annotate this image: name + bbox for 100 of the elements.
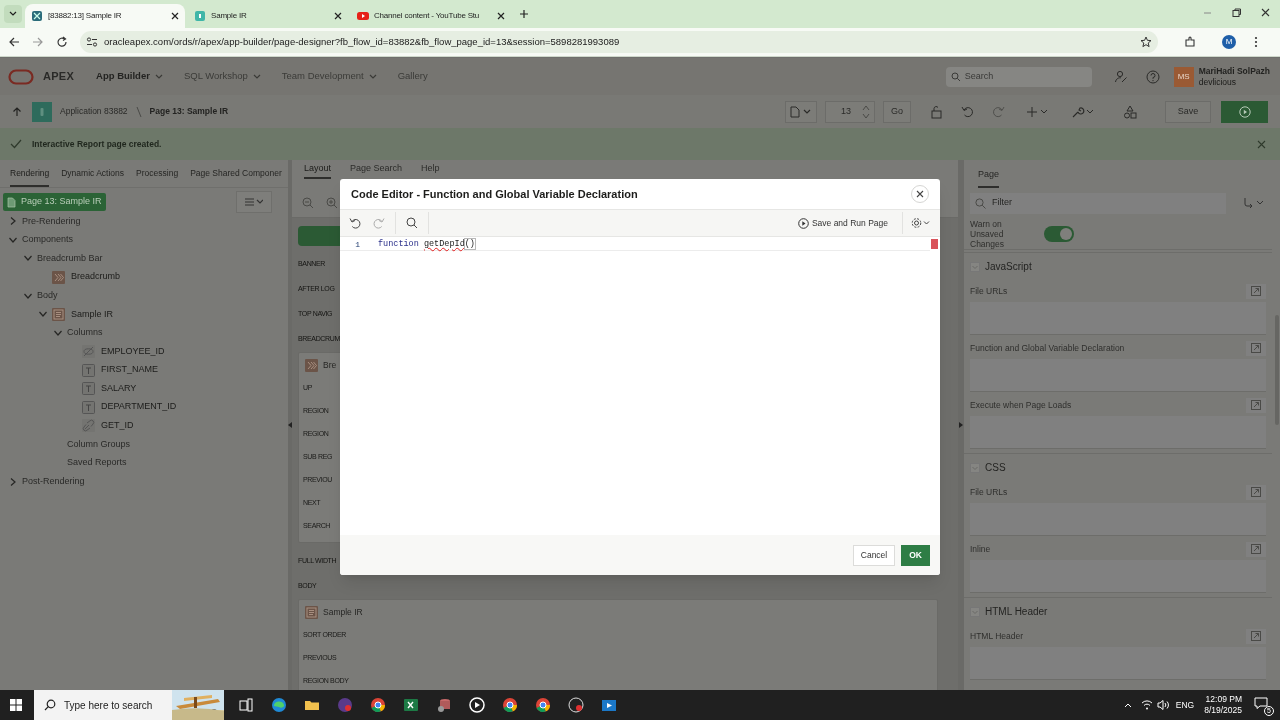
tree-node[interactable]: Body — [0, 286, 288, 305]
tree-node[interactable]: Post-Rendering — [0, 472, 288, 491]
chevron-right-icon[interactable] — [8, 476, 18, 487]
plus-icon[interactable] — [519, 9, 529, 19]
panel-tab[interactable]: Page — [978, 164, 1000, 188]
layout-tab[interactable]: Help — [421, 161, 440, 179]
layout-tab[interactable]: Layout — [304, 161, 332, 179]
zoom-out-icon[interactable] — [302, 196, 314, 209]
restore-icon[interactable] — [1232, 8, 1241, 17]
start-icon[interactable] — [10, 699, 22, 711]
help-icon[interactable] — [1145, 69, 1160, 84]
extensions-icon[interactable] — [1184, 36, 1196, 48]
menu-item[interactable]: App Builder — [96, 69, 164, 84]
tree-node[interactable]: GET_ID — [0, 416, 288, 436]
tree-node[interactable]: EMPLOYEE_ID — [0, 342, 288, 361]
tab-list-button[interactable] — [4, 5, 22, 23]
tree-node[interactable]: Components — [0, 230, 288, 250]
close-icon[interactable] — [497, 12, 505, 20]
browser-tab[interactable]: Sample IR — [188, 4, 348, 28]
tree-node[interactable]: Breadcrumb — [0, 267, 288, 287]
browser-tab[interactable]: [83882:13] Sample IR — [25, 4, 185, 28]
open-editor-button[interactable] — [1246, 340, 1266, 356]
chrome-icon[interactable] — [535, 697, 551, 713]
app-icon[interactable] — [337, 697, 353, 713]
open-editor-button[interactable] — [1246, 541, 1266, 557]
undo-icon[interactable] — [961, 105, 974, 118]
view-menu-button[interactable] — [236, 191, 272, 213]
ok-button[interactable]: OK — [901, 544, 930, 566]
site-settings-icon[interactable] — [86, 36, 98, 48]
panel-tab[interactable]: Processing — [136, 161, 179, 187]
tree-node[interactable]: Saved Reports — [0, 453, 288, 473]
media-player-icon[interactable] — [469, 697, 485, 713]
tree-node[interactable]: Breadcrumb Bar — [0, 249, 288, 268]
more-menu-icon[interactable] — [1254, 36, 1258, 48]
panel-tab[interactable]: Dynamic Actions — [61, 161, 125, 187]
close-icon[interactable] — [334, 12, 342, 20]
settings-menu-icon[interactable] — [911, 217, 931, 229]
browser-tab[interactable]: Channel content - YouTube Stu — [351, 4, 511, 28]
tree-node[interactable]: Sample IR — [0, 304, 288, 324]
video-editor-icon[interactable] — [601, 697, 617, 713]
app-icon[interactable] — [568, 697, 584, 713]
wifi-icon[interactable] — [1140, 699, 1153, 711]
code-editor[interactable]: 1 function getDepId() — [340, 237, 940, 535]
tree-node[interactable]: SALARY — [0, 379, 288, 398]
panel-tab[interactable]: Rendering — [10, 161, 50, 187]
spreadsheet-icon[interactable] — [403, 697, 419, 713]
close-icon[interactable] — [171, 12, 179, 20]
tree-node[interactable]: Column Groups — [0, 435, 288, 454]
panel-tab[interactable]: Page Shared Componer — [190, 161, 282, 187]
open-editor-button[interactable] — [1246, 484, 1266, 500]
search-field[interactable]: Search — [945, 66, 1092, 87]
tree-node[interactable]: Columns — [0, 323, 288, 343]
save-and-run-button[interactable]: Save and Run Page — [797, 216, 888, 230]
clock-time[interactable]: 12:09 PM — [1205, 694, 1242, 705]
close-icon[interactable] — [1261, 8, 1270, 17]
chrome-icon[interactable] — [370, 697, 386, 713]
lock-icon[interactable] — [929, 104, 943, 119]
admin-icon[interactable] — [1113, 69, 1128, 84]
shapes-icon[interactable] — [1123, 104, 1137, 119]
clock-date[interactable]: 8/19/2025 — [1204, 705, 1242, 716]
address-field[interactable]: oracleapex.com/ords/r/apex/app-builder/page-designer?fb_flow_id=83882&fb_flow_page_id=13&session=5898281993089 — [80, 31, 1158, 53]
filter-field[interactable]: Filter — [970, 192, 1226, 214]
tree-node[interactable]: Pre-Rendering — [0, 212, 288, 231]
layout-tab[interactable]: Page Search — [350, 161, 403, 179]
open-editor-button[interactable] — [1246, 397, 1266, 413]
taskbar-search-field[interactable]: Type here to search — [34, 690, 224, 720]
task-view-icon[interactable] — [238, 697, 254, 713]
save-button[interactable]: Save — [1165, 100, 1211, 123]
user-avatar[interactable]: MS — [1173, 66, 1194, 87]
notification-icon[interactable] — [1254, 697, 1268, 709]
chevron-right-icon[interactable] — [8, 216, 18, 227]
go-button[interactable]: Go — [883, 100, 911, 123]
browser-icon[interactable] — [271, 697, 287, 713]
forward-icon[interactable] — [32, 36, 44, 48]
undo-icon[interactable] — [349, 217, 361, 229]
database-icon[interactable] — [436, 697, 452, 713]
toggle-switch[interactable] — [1044, 225, 1074, 242]
cancel-button[interactable]: Cancel — [852, 544, 896, 566]
page-selector[interactable] — [785, 100, 817, 123]
tree-node[interactable]: DEPARTMENT_ID — [0, 397, 288, 417]
star-icon[interactable] — [1140, 36, 1152, 48]
redo-icon[interactable] — [373, 217, 385, 229]
profile-avatar[interactable]: M — [1222, 35, 1236, 49]
reload-icon[interactable] — [56, 36, 68, 48]
menu-item[interactable]: Gallery — [397, 69, 428, 84]
search-icon[interactable] — [406, 217, 418, 229]
open-editor-button[interactable] — [1246, 283, 1266, 299]
speaker-icon[interactable] — [1156, 699, 1170, 711]
back-icon[interactable] — [8, 36, 20, 48]
language-indicator[interactable]: ENG — [1175, 698, 1195, 712]
tree-root-node[interactable]: Page 13: Sample IR — [3, 193, 106, 211]
run-page-button[interactable] — [1221, 100, 1268, 123]
chrome-icon[interactable] — [502, 697, 518, 713]
spinner-icon[interactable] — [862, 103, 870, 120]
zoom-in-icon[interactable] — [326, 196, 338, 209]
page-number-field[interactable]: 13 — [825, 100, 875, 123]
tree-node[interactable]: FIRST_NAME — [0, 360, 288, 380]
open-editor-button[interactable] — [1246, 628, 1266, 644]
go-to-group-icon[interactable] — [1244, 197, 1266, 209]
breadcrumb-link[interactable]: Application 83882 — [60, 105, 128, 118]
